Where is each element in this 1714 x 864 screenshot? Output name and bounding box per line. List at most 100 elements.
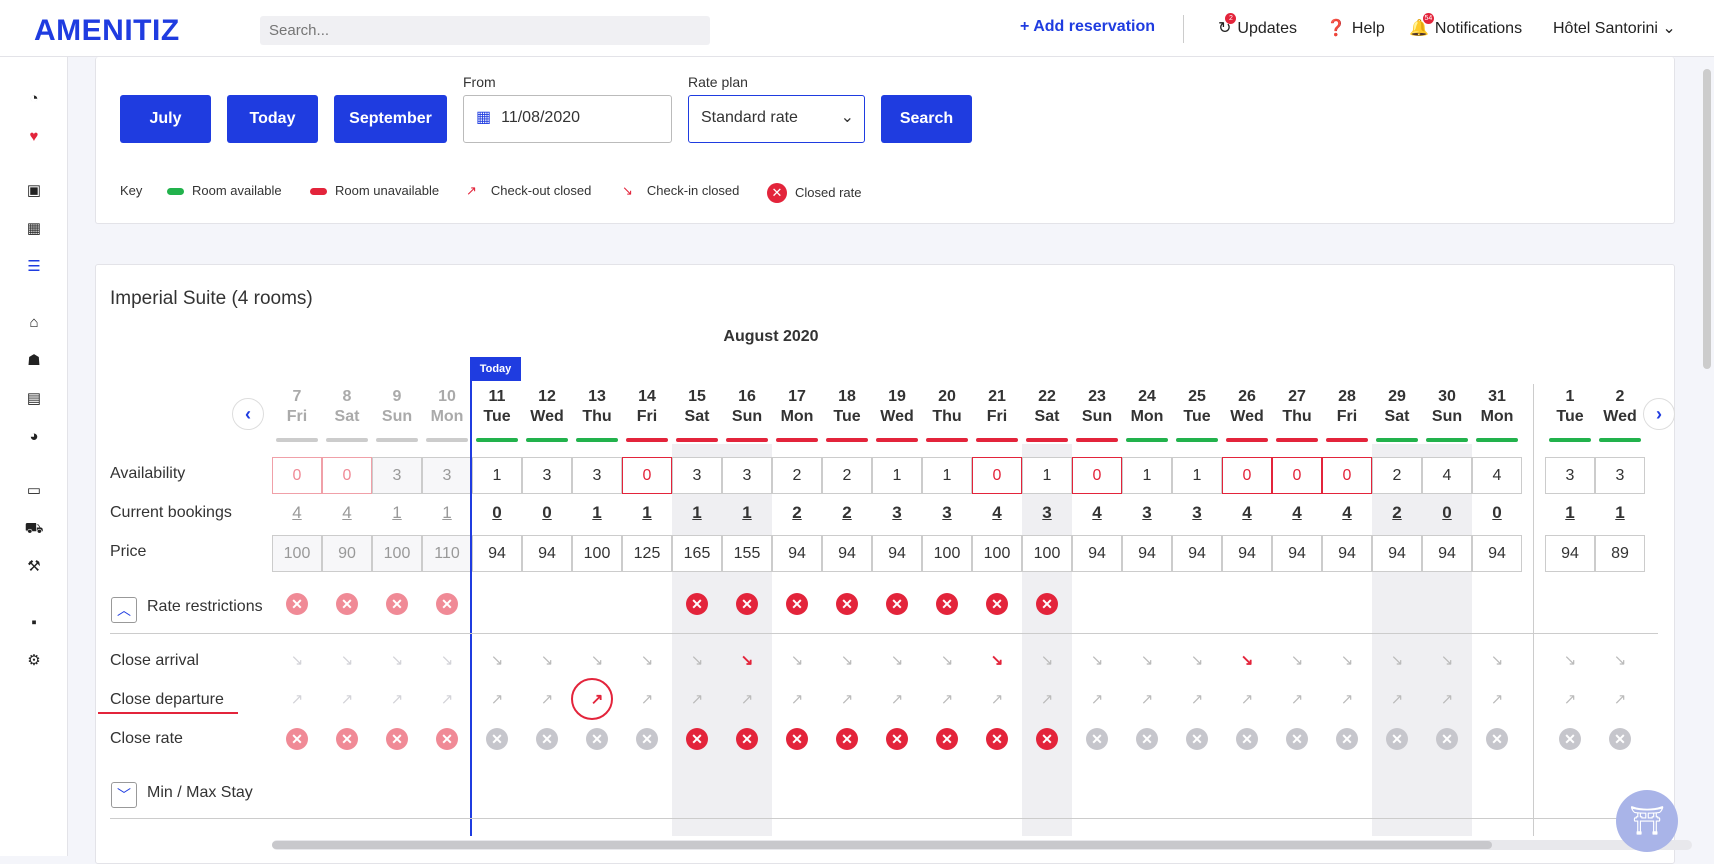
availability-cell[interactable]: 2 [772,457,822,494]
close-arrival-icon[interactable]: ↘ [387,651,407,669]
close-arrival-icon[interactable]: ↘ [787,651,807,669]
scrollbar-thumb[interactable] [1703,69,1711,369]
search-input[interactable] [260,16,710,45]
close-rate-icon[interactable]: ✕ [1386,728,1408,750]
price-cell[interactable]: 94 [772,535,822,572]
price-cell[interactable]: 94 [1172,535,1222,572]
from-date-field[interactable]: ▦ 11/08/2020 [463,95,672,143]
booking-count[interactable]: 2 [822,503,872,523]
chart-pie-icon[interactable]: ◕ [24,427,44,447]
close-arrival-icon[interactable]: ↘ [337,651,357,669]
close-rate-icon[interactable]: ✕ [636,728,658,750]
add-reservation-button[interactable]: + Add reservation [1020,18,1155,36]
price-cell[interactable]: 94 [1272,535,1322,572]
close-rate-icon[interactable]: ✕ [736,728,758,750]
booking-count[interactable]: 4 [322,503,372,523]
price-cell[interactable]: 100 [572,535,622,572]
booking-count[interactable]: 1 [572,503,622,523]
updates-button[interactable]: ↻ 2 Updates [1218,13,1297,38]
availability-cell[interactable]: 4 [1472,457,1522,494]
price-cell[interactable]: 94 [1472,535,1522,572]
support-chat-icon[interactable]: ⛩ [1616,790,1678,852]
close-arrival-icon[interactable]: ↘ [1037,651,1057,669]
close-arrival-icon[interactable]: ↘ [887,651,907,669]
close-rate-icon[interactable]: ✕ [1136,728,1158,750]
close-departure-icon[interactable]: ↗ [887,690,907,708]
price-cell[interactable]: 94 [1122,535,1172,572]
availability-cell[interactable]: 1 [1172,457,1222,494]
close-arrival-icon[interactable]: ↘ [487,651,507,669]
cart-icon[interactable]: ⛟ [24,519,44,539]
availability-cell[interactable]: 0 [1222,457,1272,494]
availability-cell[interactable]: 1 [872,457,922,494]
home-icon[interactable]: ⌂ [24,313,44,333]
calendar-icon[interactable]: ▦ [24,219,44,239]
booking-count[interactable]: 3 [1122,503,1172,523]
price-cell[interactable]: 94 [1422,535,1472,572]
close-rate-icon[interactable]: ✕ [1236,728,1258,750]
availability-cell[interactable]: 1 [1022,457,1072,494]
close-departure-icon[interactable]: ↗ [787,690,807,708]
scrollbar-thumb[interactable] [272,841,1492,849]
close-departure-icon[interactable]: ↗ [1187,690,1207,708]
close-departure-icon[interactable]: ↗ [537,690,557,708]
availability-cell[interactable]: 4 [1422,457,1472,494]
close-departure-icon[interactable]: ↗ [1437,690,1457,708]
vertical-scrollbar[interactable] [1700,57,1714,856]
chevron-up-icon[interactable]: ︿ [111,597,137,623]
booking-count[interactable]: 4 [1222,503,1272,523]
booking-count[interactable]: 1 [1545,503,1595,523]
close-rate-icon[interactable]: ✕ [886,728,908,750]
guests-icon[interactable]: ☗ [24,351,44,371]
prev-month-button[interactable]: July [120,95,211,143]
close-departure-icon[interactable]: ↗ [337,690,357,708]
availability-cell[interactable]: 3 [372,457,422,494]
close-arrival-icon[interactable]: ↘ [1087,651,1107,669]
next-month-button[interactable]: September [334,95,447,143]
tools-icon[interactable]: ⚒ [24,557,44,577]
close-rate-icon[interactable]: ✕ [1036,728,1058,750]
restriction-x-icon[interactable]: ✕ [386,593,408,615]
rates-icon[interactable]: ☰ [24,257,44,277]
close-departure-icon[interactable]: ↗ [1087,690,1107,708]
close-departure-icon[interactable]: ↗ [1287,690,1307,708]
close-arrival-icon[interactable]: ↘ [1387,651,1407,669]
close-rate-icon[interactable]: ✕ [686,728,708,750]
close-arrival-icon[interactable]: ↘ [1560,651,1580,669]
close-rate-icon[interactable]: ✕ [386,728,408,750]
close-arrival-icon[interactable]: ↘ [1487,651,1507,669]
availability-cell[interactable]: 2 [822,457,872,494]
booking-count[interactable]: 1 [722,503,772,523]
close-rate-icon[interactable]: ✕ [836,728,858,750]
restriction-x-icon[interactable]: ✕ [886,593,908,615]
availability-cell[interactable]: 0 [622,457,672,494]
price-cell[interactable]: 100 [922,535,972,572]
close-departure-icon[interactable]: ↗ [287,690,307,708]
rate-plan-select[interactable]: Standard rate ⌄ [688,95,865,143]
booking-count[interactable]: 3 [1022,503,1072,523]
heart-icon[interactable]: ♥ [24,127,44,147]
booking-count[interactable]: 4 [272,503,322,523]
bed-icon[interactable]: ▣ [24,181,44,201]
close-departure-icon[interactable]: ↗ [837,690,857,708]
availability-cell[interactable]: 0 [1272,457,1322,494]
booking-count[interactable]: 1 [672,503,722,523]
availability-cell[interactable]: 2 [1372,457,1422,494]
close-departure-icon[interactable]: ↗ [1610,690,1630,708]
availability-cell[interactable]: 0 [272,457,322,494]
restriction-x-icon[interactable]: ✕ [286,593,308,615]
restriction-x-icon[interactable]: ✕ [686,593,708,615]
close-arrival-icon[interactable]: ↘ [1187,651,1207,669]
horizontal-scrollbar[interactable] [272,840,1692,850]
close-rate-icon[interactable]: ✕ [586,728,608,750]
notifications-button[interactable]: 🔔 54 Notifications [1409,13,1522,38]
close-arrival-icon[interactable]: ↘ [437,651,457,669]
help-button[interactable]: ❓ Help [1326,18,1385,38]
booking-count[interactable]: 3 [1172,503,1222,523]
chevron-down-icon[interactable]: ﹀ [111,782,137,808]
close-departure-icon[interactable]: ↗ [637,690,657,708]
close-rate-icon[interactable]: ✕ [1336,728,1358,750]
availability-cell[interactable]: 1 [1122,457,1172,494]
availability-cell[interactable]: 0 [1322,457,1372,494]
close-rate-icon[interactable]: ✕ [286,728,308,750]
